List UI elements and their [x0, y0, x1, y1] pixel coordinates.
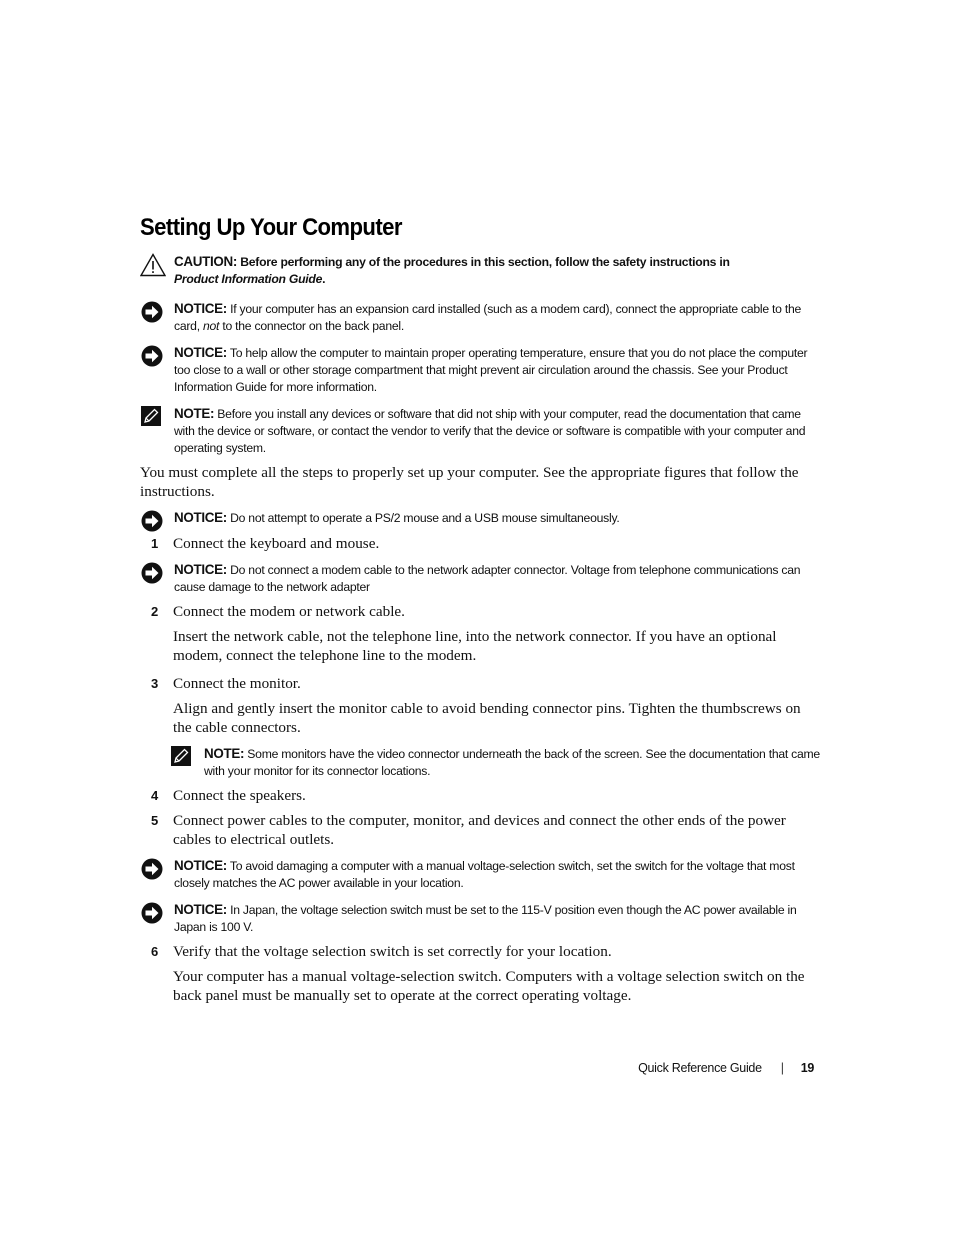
caution-doc-title: Product Information Guide	[174, 272, 323, 286]
warning-triangle-icon	[140, 253, 166, 277]
notice-arrow-icon	[140, 509, 166, 533]
notice-expansion-card: NOTICE: If your computer has an expansio…	[140, 300, 820, 335]
page-title: Setting Up Your Computer	[140, 214, 402, 241]
guide-name: Quick Reference Guide	[638, 1061, 762, 1075]
notice-modem: NOTICE: Do not connect a modem cable to …	[140, 561, 820, 596]
notice-arrow-icon	[140, 300, 166, 324]
step-text: Connect the keyboard and mouse.	[173, 535, 380, 552]
notice-arrow-icon	[140, 857, 166, 881]
caution-end: .	[322, 272, 326, 286]
page-number: 19	[800, 1061, 815, 1075]
notice-temperature: NOTICE: To help allow the computer to ma…	[140, 344, 820, 396]
note-text: Before you install any devices or softwa…	[174, 407, 806, 455]
step-4: 4 Connect the speakers.	[140, 786, 815, 805]
step-2-detail: Insert the network cable, not the teleph…	[173, 628, 777, 664]
notice-text: To avoid damaging a computer with a manu…	[174, 859, 795, 890]
notice-label: NOTICE:	[174, 510, 227, 525]
step-number: 6	[151, 944, 159, 959]
notice-text: To help allow the computer to maintain p…	[174, 346, 808, 394]
document-page: Setting Up Your Computer CAUTION: Before…	[0, 0, 954, 1235]
intro-paragraph: You must complete all the steps to prope…	[140, 464, 799, 500]
notice-label: NOTICE:	[174, 902, 227, 917]
step-text: Connect the speakers.	[173, 787, 306, 804]
notice-arrow-icon	[140, 561, 166, 585]
note-pencil-icon	[170, 745, 196, 769]
note-devices: NOTE: Before you install any devices or …	[140, 405, 820, 457]
step-text: Connect the monitor.	[173, 675, 301, 692]
notice-arrow-icon	[140, 344, 166, 368]
step-1: 1 Connect the keyboard and mouse.	[140, 534, 815, 553]
notice-text: In Japan, the voltage selection switch m…	[174, 903, 797, 934]
caution-label: CAUTION:	[174, 254, 238, 269]
notice-arrow-icon	[140, 901, 166, 925]
notice-japan: NOTICE: In Japan, the voltage selection …	[140, 901, 820, 936]
notice-text: Do not attempt to operate a PS/2 mouse a…	[230, 511, 620, 525]
notice-label: NOTICE:	[174, 562, 227, 577]
note-label: NOTE:	[204, 746, 245, 761]
notice-label: NOTICE:	[174, 345, 227, 360]
step-5: 5 Connect power cables to the computer, …	[140, 811, 815, 849]
notice-mouse: NOTICE: Do not attempt to operate a PS/2…	[140, 509, 820, 532]
step-number: 3	[151, 676, 159, 691]
step-number: 5	[151, 813, 159, 828]
notice-text: Do not connect a modem cable to the netw…	[174, 563, 801, 594]
step-3: 3 Connect the monitor.	[140, 674, 815, 693]
note-text: Some monitors have the video connector u…	[204, 747, 820, 778]
footer-separator: |	[780, 1061, 784, 1075]
note-pencil-icon	[140, 405, 166, 429]
page-footer: Quick Reference Guide | 19	[638, 1061, 814, 1075]
note-label: NOTE:	[174, 406, 215, 421]
step-text: Connect the modem or network cable.	[173, 603, 405, 620]
step-text: Connect power cables to the computer, mo…	[173, 812, 786, 848]
step-6: 6 Verify that the voltage selection swit…	[140, 942, 815, 961]
step-3-detail: Align and gently insert the monitor cabl…	[173, 700, 801, 736]
caution-callout: CAUTION: Before performing any of the pr…	[140, 253, 820, 288]
caution-text: Before performing any of the procedures …	[240, 255, 730, 269]
note-monitor: NOTE: Some monitors have the video conne…	[170, 745, 820, 780]
step-number: 4	[151, 788, 159, 803]
notice-text-end: to the connector on the back panel.	[222, 319, 404, 333]
step-number: 1	[151, 536, 159, 551]
notice-label: NOTICE:	[174, 858, 227, 873]
step-text: Verify that the voltage selection switch…	[173, 943, 612, 960]
step-number: 2	[151, 604, 159, 619]
step-2: 2 Connect the modem or network cable.	[140, 602, 815, 621]
notice-emphasis: not	[203, 319, 220, 333]
notice-label: NOTICE:	[174, 301, 227, 316]
step-6-detail: Your computer has a manual voltage-selec…	[173, 968, 805, 1004]
notice-voltage: NOTICE: To avoid damaging a computer wit…	[140, 857, 820, 892]
